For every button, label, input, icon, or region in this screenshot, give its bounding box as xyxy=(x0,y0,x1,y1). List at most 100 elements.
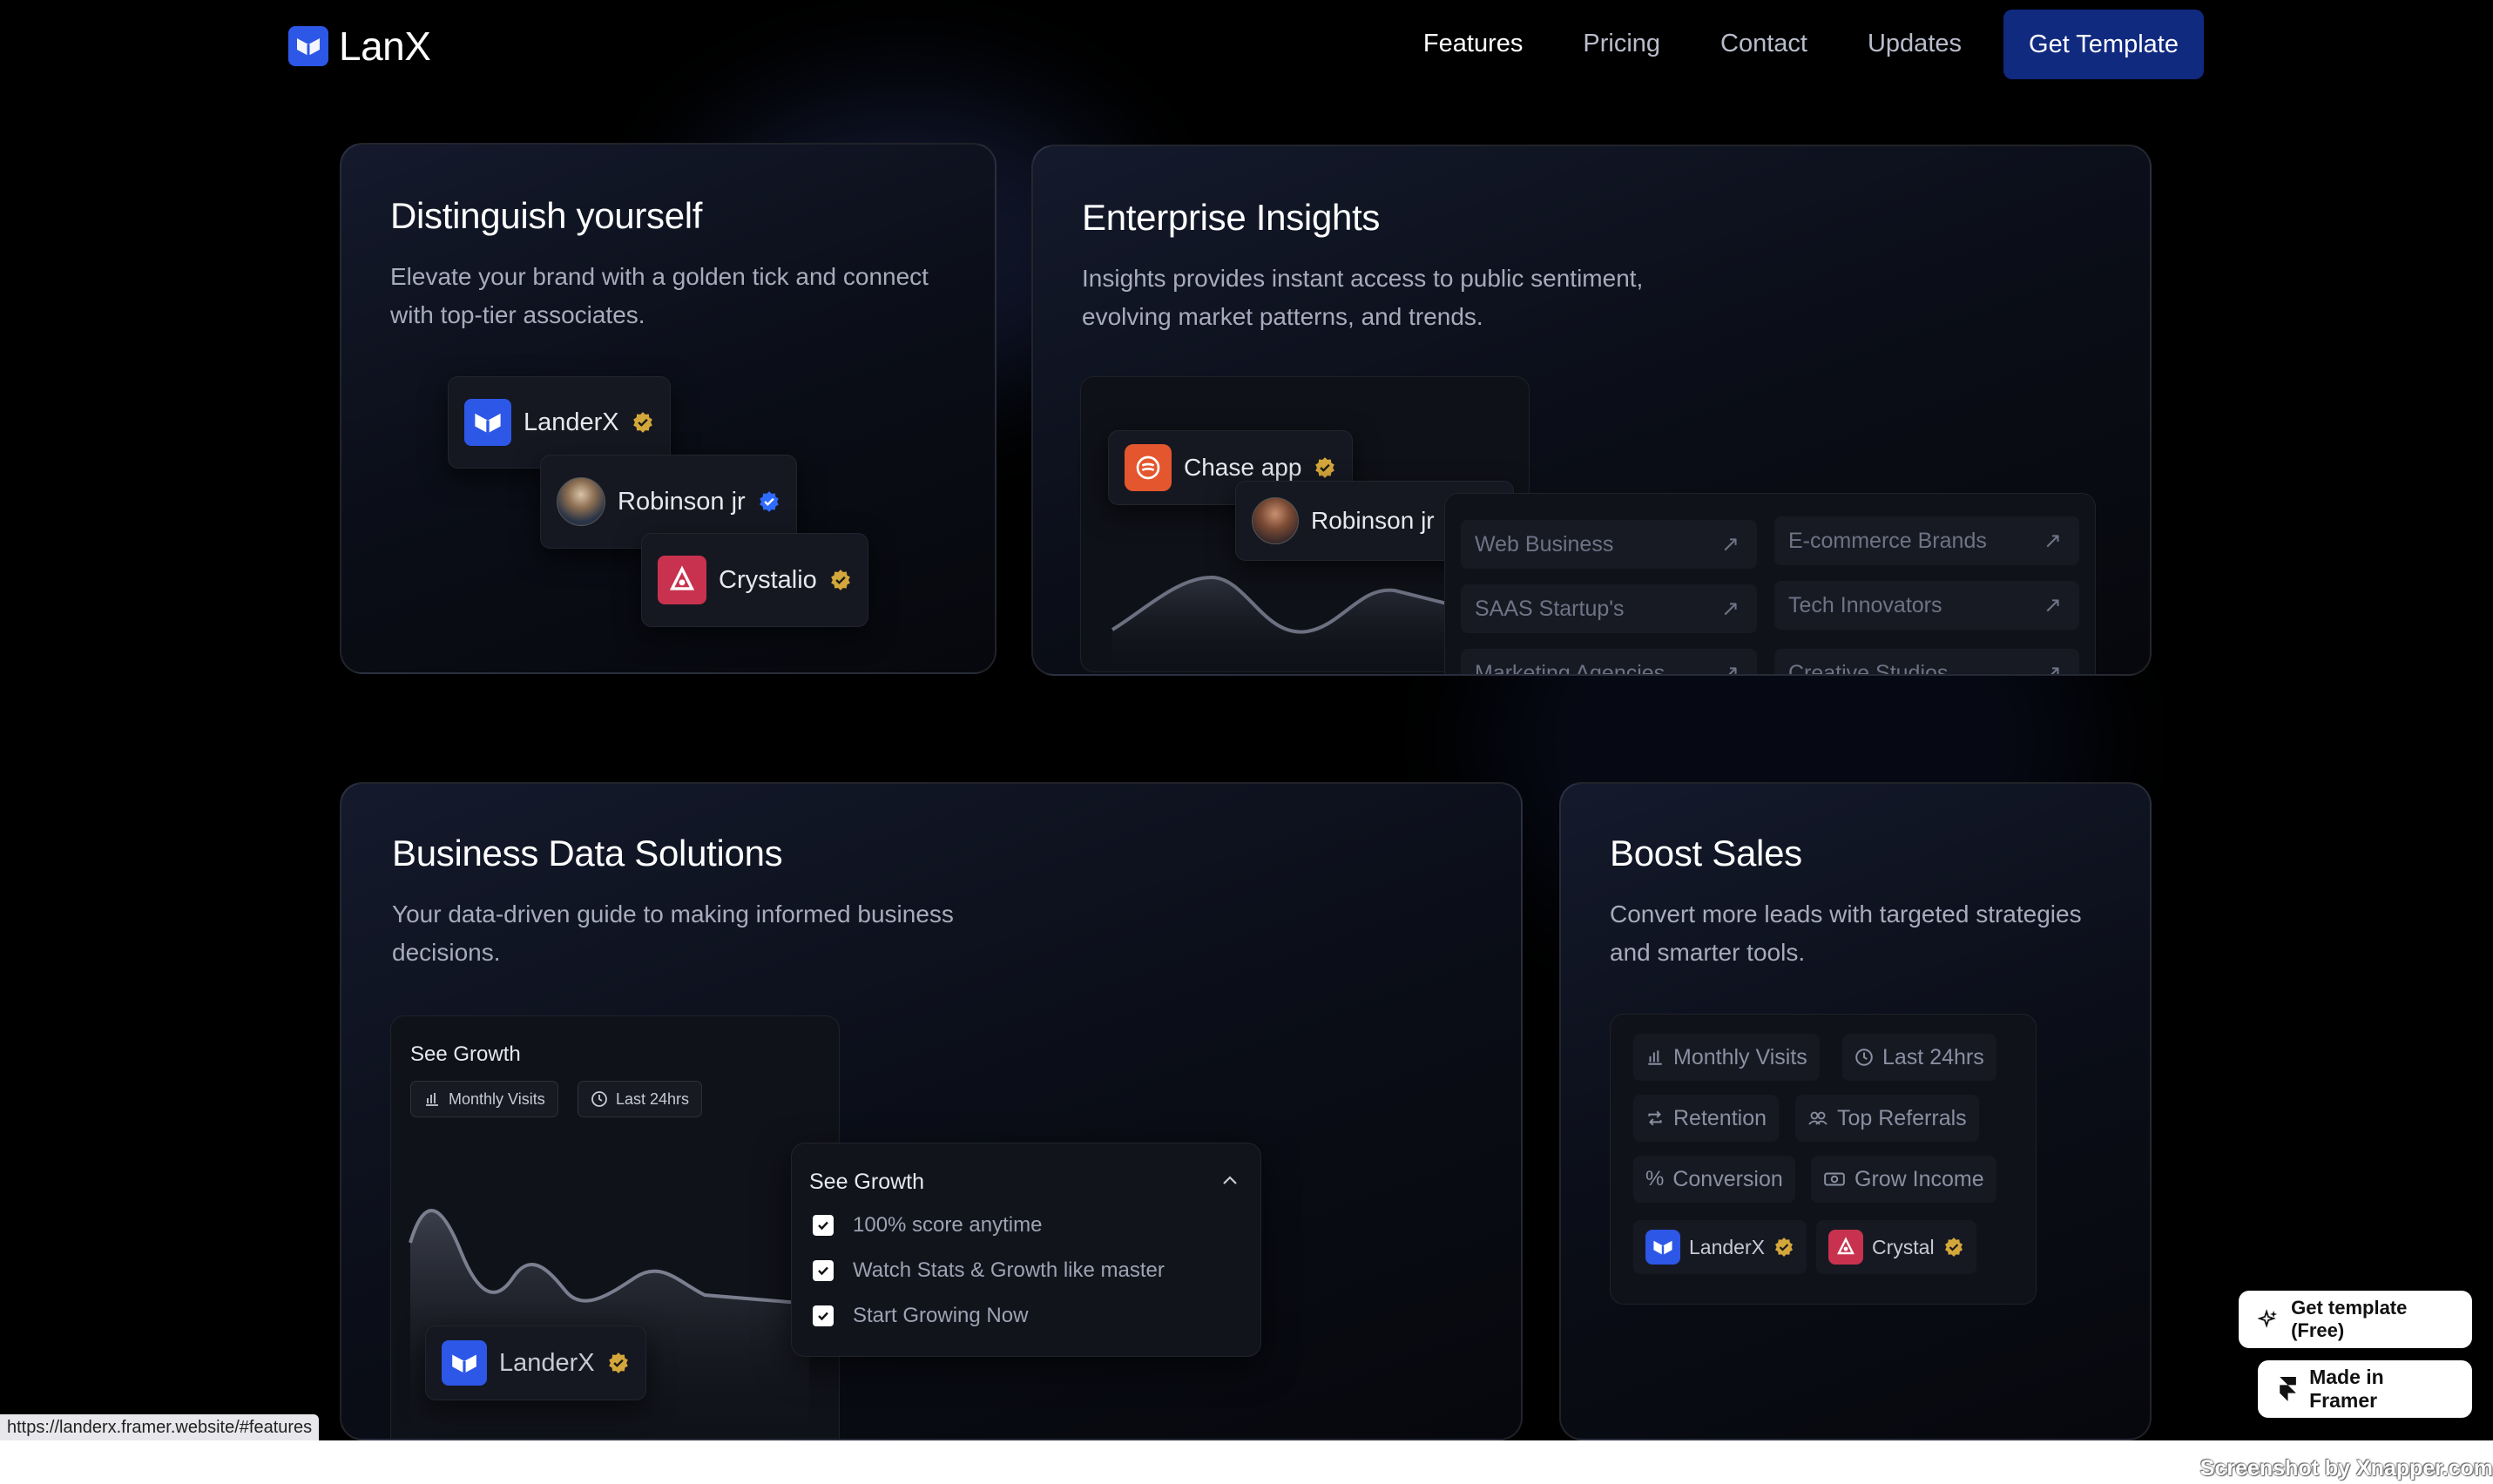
card-title: Distinguish yourself xyxy=(390,195,703,236)
get-template-button[interactable]: Get Template xyxy=(2003,10,2204,79)
retention-chip[interactable]: Retention xyxy=(1633,1095,1780,1142)
chip-label: LanderX xyxy=(499,1348,595,1377)
tag-saas-startups[interactable]: SAAS Startup's ↗ xyxy=(1461,584,1757,633)
chip-label: Robinson jr xyxy=(1311,507,1435,534)
nav-links: Features Pricing Contact Updates xyxy=(1423,30,1962,58)
description-line: Elevate your brand with a golden tick an… xyxy=(390,263,929,290)
gold-verified-icon xyxy=(1944,1238,1963,1257)
framer-logo-icon xyxy=(2280,1377,2296,1401)
last-24hrs-chip[interactable]: Last 24hrs xyxy=(1842,1034,1996,1081)
bar-chart-icon xyxy=(1648,1050,1662,1065)
gold-verified-icon xyxy=(1774,1238,1793,1257)
logo-text: LanX xyxy=(339,24,431,69)
description-line: with top-tier associates. xyxy=(390,301,645,328)
clock-icon xyxy=(1855,1049,1873,1066)
description-line: Insights provides instant access to publ… xyxy=(1082,265,1644,292)
see-growth-dropdown: See Growth 100% score anytime Watch Stat… xyxy=(791,1143,1261,1357)
landerx-brand-chip[interactable]: LanderX xyxy=(1633,1220,1807,1274)
checkbox-checked-icon[interactable] xyxy=(813,1215,834,1236)
chip-label: Top Referrals xyxy=(1837,1105,1967,1130)
chip-label: Chase app xyxy=(1184,454,1302,481)
watermark-text: Screenshot by Xnapper.com xyxy=(2199,1456,2493,1481)
landerx-logo-icon xyxy=(1645,1230,1680,1265)
last-24hrs-chip[interactable]: Last 24hrs xyxy=(578,1081,703,1117)
conversion-chip[interactable]: % Conversion xyxy=(1633,1156,1795,1203)
tag-creative-studios[interactable]: Creative Studios ↗ xyxy=(1774,649,2079,676)
clock-icon xyxy=(591,1091,607,1107)
card-description: Convert more leads with targeted strateg… xyxy=(1610,895,2082,972)
gold-verified-icon xyxy=(608,1352,628,1373)
chip-label: Last 24hrs xyxy=(616,1089,690,1108)
made-in-framer-button[interactable]: Made in Framer xyxy=(2258,1360,2472,1418)
button-label: Get template (Free) xyxy=(2291,1297,2408,1341)
card-title: Business Data Solutions xyxy=(392,833,783,874)
chip-label: Robinson jr xyxy=(618,487,746,516)
nav-link-contact[interactable]: Contact xyxy=(1720,30,1807,58)
checklist-item[interactable]: Start Growing Now xyxy=(813,1304,1028,1328)
chip-label: LanderX xyxy=(1689,1235,1765,1258)
blue-verified-icon xyxy=(759,491,779,512)
monthly-visits-chip[interactable]: Monthly Visits xyxy=(410,1081,558,1117)
crystal-logo-icon xyxy=(1828,1230,1863,1265)
avatar xyxy=(1252,497,1299,544)
monthly-visits-chip[interactable]: Monthly Visits xyxy=(1633,1034,1820,1081)
tag-label: Creative Studios xyxy=(1788,660,1949,676)
chevron-up-icon[interactable] xyxy=(1220,1171,1240,1191)
card-business-data-solutions: Business Data Solutions Your data-driven… xyxy=(340,782,1523,1440)
crystal-brand-chip[interactable]: Crystal xyxy=(1816,1220,1976,1274)
grow-income-chip[interactable]: Grow Income xyxy=(1811,1156,1996,1203)
get-template-free-button[interactable]: Get template (Free) xyxy=(2239,1291,2472,1348)
tag-label: Tech Innovators xyxy=(1788,592,1942,617)
repeat-icon xyxy=(1648,1110,1662,1126)
crystalio-logo-icon xyxy=(658,556,706,604)
top-referrals-chip[interactable]: Top Referrals xyxy=(1795,1095,1979,1142)
bar-chart-icon xyxy=(426,1093,438,1106)
checklist-label: 100% score anytime xyxy=(853,1213,1043,1237)
sales-tools-panel: Monthly Visits Last 24hrs Retention Top … xyxy=(1610,1014,2037,1305)
chip-label: Conversion xyxy=(1672,1166,1783,1191)
checklist-label: Watch Stats & Growth like master xyxy=(853,1258,1165,1282)
avatar xyxy=(557,477,605,526)
top-navigation: LanX Features Pricing Contact Updates Ge… xyxy=(0,0,2493,91)
trend-up-icon: ↗ xyxy=(2044,529,2062,553)
nav-link-updates[interactable]: Updates xyxy=(1868,30,1962,58)
trend-up-icon: ↗ xyxy=(2044,593,2062,617)
checkbox-checked-icon[interactable] xyxy=(813,1260,834,1281)
checkbox-checked-icon[interactable] xyxy=(813,1305,834,1326)
gold-verified-icon xyxy=(632,412,652,433)
description-line: evolving market patterns, and trends. xyxy=(1082,303,1483,330)
trend-up-icon: ↗ xyxy=(2044,661,2062,676)
brand-logo[interactable]: LanX xyxy=(288,23,431,70)
money-icon xyxy=(1824,1172,1845,1186)
checklist-item[interactable]: Watch Stats & Growth like master xyxy=(813,1258,1165,1283)
chip-label: Monthly Visits xyxy=(1673,1044,1807,1069)
nav-link-features[interactable]: Features xyxy=(1423,30,1523,58)
chip-label: Monthly Visits xyxy=(449,1089,545,1108)
description-line: and smarter tools. xyxy=(1610,939,1806,966)
tag-ecommerce-brands[interactable]: E-commerce Brands ↗ xyxy=(1774,516,2079,565)
nav-link-pricing[interactable]: Pricing xyxy=(1583,30,1660,58)
description-line: Convert more leads with targeted strateg… xyxy=(1610,901,2082,928)
chip-label: Last 24hrs xyxy=(1882,1044,1984,1069)
card-title: Boost Sales xyxy=(1610,833,1802,874)
tag-label: E-commerce Brands xyxy=(1788,528,1987,553)
trend-up-icon: ↗ xyxy=(1721,597,1740,621)
sparkle-icon xyxy=(2258,1309,2278,1328)
tag-label: SAAS Startup's xyxy=(1475,596,1625,621)
chip-label: Retention xyxy=(1673,1105,1767,1130)
gold-verified-icon xyxy=(1315,457,1335,478)
status-bar-url: https://landerx.framer.website/#features xyxy=(0,1414,320,1440)
page: LanX Features Pricing Contact Updates Ge… xyxy=(0,0,2493,1440)
gold-verified-icon xyxy=(830,570,850,590)
landerx-logo-icon xyxy=(464,399,511,446)
tag-tech-innovators[interactable]: Tech Innovators ↗ xyxy=(1774,581,2079,630)
screenshot-footer xyxy=(0,1440,2493,1484)
tag-web-business[interactable]: Web Business ↗ xyxy=(1461,520,1757,569)
tag-marketing-agencies[interactable]: Marketing Agencies ↗ xyxy=(1461,649,1757,674)
percent-icon: % xyxy=(1645,1167,1665,1191)
chip-label: Crystal xyxy=(1872,1235,1935,1258)
landerx-brand-chip: LanderX xyxy=(425,1325,646,1400)
card-description: Elevate your brand with a golden tick an… xyxy=(390,258,929,334)
chase-logo-icon xyxy=(1125,444,1172,491)
checklist-item[interactable]: 100% score anytime xyxy=(813,1213,1042,1238)
